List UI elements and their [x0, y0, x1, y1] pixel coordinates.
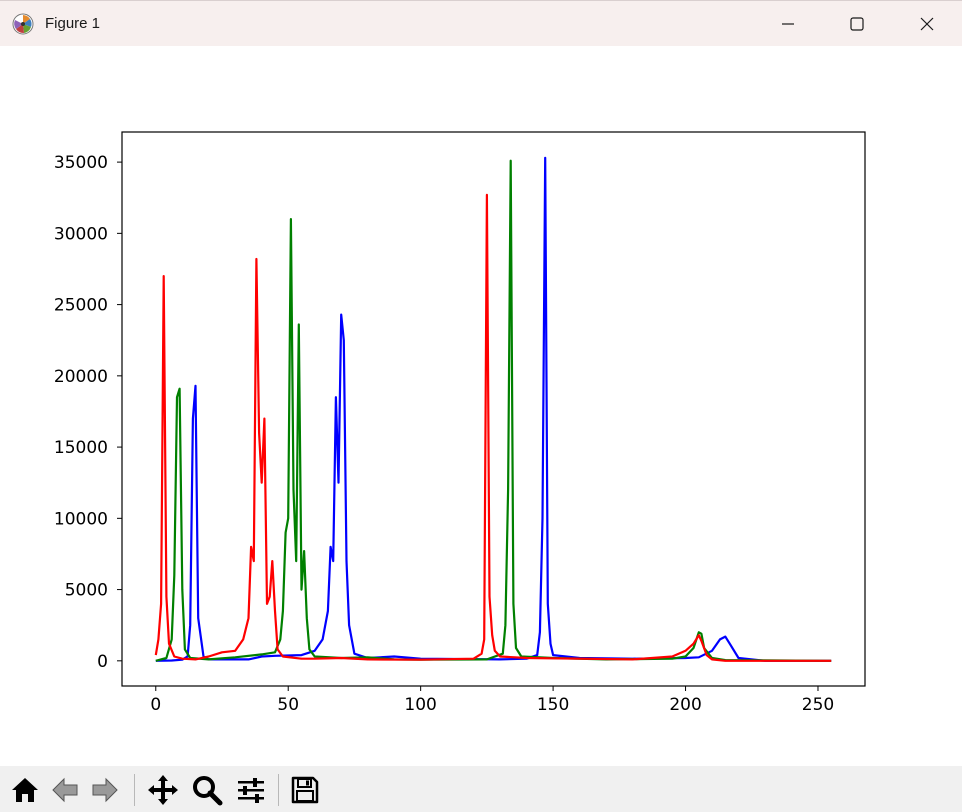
save-button[interactable] — [286, 770, 324, 810]
close-button[interactable] — [904, 1, 950, 47]
toolbar-separator — [134, 774, 135, 806]
minimize-icon — [782, 23, 794, 25]
zoom-button[interactable] — [188, 770, 226, 810]
move-icon — [148, 775, 178, 805]
configure-subplots-button[interactable] — [232, 770, 270, 810]
back-arrow-icon — [52, 777, 78, 803]
y-tick-label: 20000 — [54, 367, 108, 387]
x-tick-label: 100 — [404, 695, 436, 715]
series-line-1 — [155, 159, 832, 662]
y-tick-label: 10000 — [54, 509, 108, 529]
home-button[interactable] — [6, 770, 44, 810]
sliders-icon — [238, 778, 264, 803]
x-tick-label: 150 — [537, 695, 569, 715]
matplotlib-icon — [12, 13, 34, 35]
series-line-0 — [155, 156, 832, 662]
toolbar-separator — [278, 774, 279, 806]
forward-button[interactable] — [86, 770, 124, 810]
y-tick-label: 15000 — [54, 438, 108, 458]
maximize-icon — [850, 17, 864, 31]
x-axis: 0 50 100 150 200 250 — [150, 686, 834, 715]
chart: 0 50 100 150 200 250 0 5000 10000 15000 20000 2500… — [54, 131, 866, 715]
x-tick-label: 0 — [150, 695, 161, 715]
y-axis: 0 5000 10000 15000 20000 25000 30000 35000 — [54, 153, 122, 672]
save-icon — [291, 776, 319, 804]
x-tick-label: 50 — [277, 695, 299, 715]
plot-lines — [154, 156, 832, 662]
home-icon — [12, 778, 38, 802]
y-tick-label: 35000 — [54, 153, 108, 173]
minimize-button[interactable] — [765, 1, 811, 47]
forward-arrow-icon — [92, 777, 118, 803]
plot-axes-frame — [121, 131, 866, 687]
series-line-2 — [154, 193, 832, 662]
x-tick-label: 200 — [669, 695, 701, 715]
close-icon — [920, 17, 934, 31]
maximize-button[interactable] — [834, 1, 880, 47]
figure-canvas[interactable]: 0 50 100 150 200 250 0 5000 10000 15000 20000 2500… — [0, 46, 962, 766]
y-tick-label: 25000 — [54, 296, 108, 316]
back-button[interactable] — [46, 770, 84, 810]
zoom-icon — [193, 776, 223, 806]
window-title: Figure 1 — [45, 15, 101, 32]
navigation-toolbar — [0, 766, 962, 812]
y-tick-label: 30000 — [54, 224, 108, 244]
window-titlebar: Figure 1 — [0, 0, 962, 46]
y-tick-label: 5000 — [65, 581, 108, 601]
pan-button[interactable] — [144, 770, 182, 810]
x-tick-label: 250 — [802, 695, 834, 715]
y-tick-label: 0 — [97, 652, 108, 672]
